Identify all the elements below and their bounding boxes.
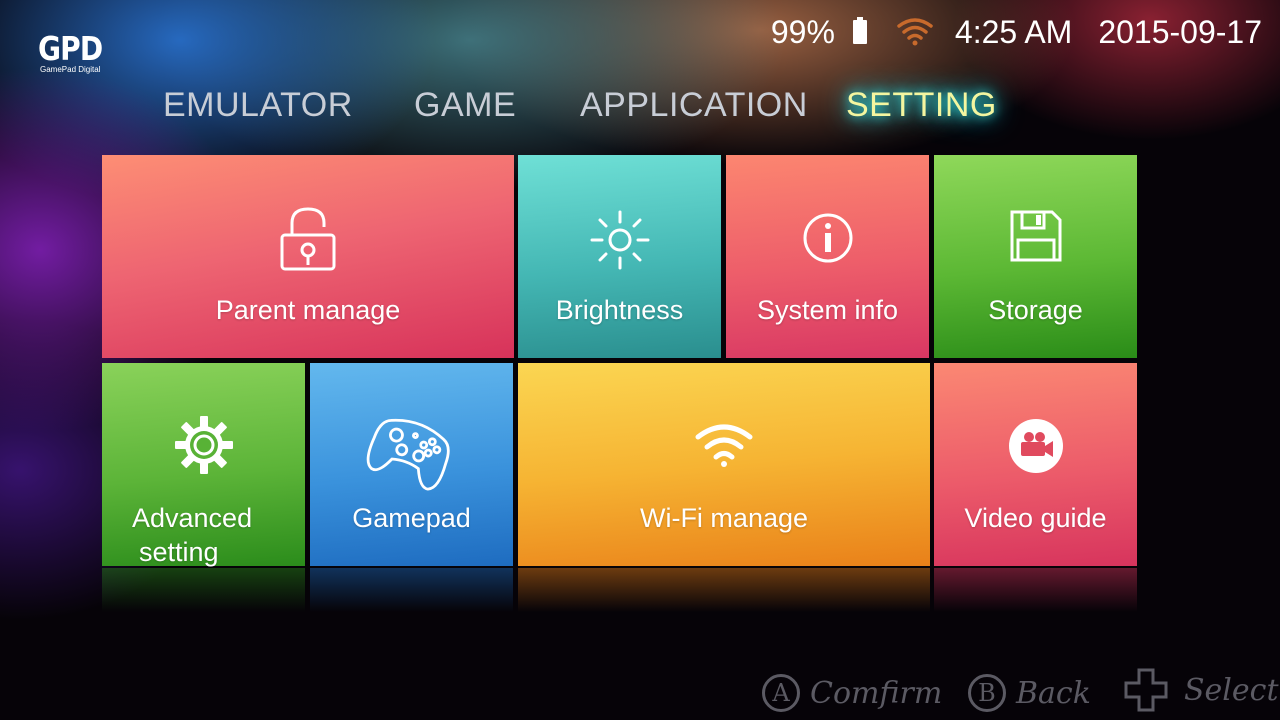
floppy-disk-icon [1010, 210, 1061, 262]
parent-manage-tile[interactable]: Parent manage [102, 155, 514, 358]
video-camera-icon [1008, 419, 1063, 473]
storage-tile[interactable]: Storage [934, 155, 1137, 358]
tab-emulator[interactable]: EMULATOR [163, 86, 353, 125]
back-hint-label: Back [1016, 675, 1091, 711]
parent-manage-label: Parent manage [215, 295, 401, 325]
tab-application[interactable]: APPLICATION [580, 86, 808, 125]
wifi-manage-tile[interactable]: Wi-Fi manage [518, 363, 930, 566]
a-button-icon: A [762, 674, 800, 712]
gear-icon [174, 416, 233, 474]
gamepad-tile[interactable]: Gamepad [310, 363, 513, 566]
clock-time: 4:25 AM [954, 13, 1073, 50]
back-hint: B Back [968, 674, 1091, 712]
info-icon [803, 213, 852, 263]
advanced-setting-tile[interactable]: Advanced setting [102, 363, 305, 567]
gpd-logo: GPD GamePad Digital [38, 32, 114, 75]
tab-game[interactable]: GAME [414, 86, 516, 125]
logo-brand: GPD [38, 29, 103, 68]
b-button-icon: B [968, 674, 1006, 712]
brightness-label: Brightness [555, 295, 684, 325]
system-info-tile[interactable]: System info [726, 155, 929, 358]
confirm-hint-label: Comfirm [810, 675, 943, 711]
video-guide-tile[interactable]: Video guide [934, 363, 1137, 566]
wifi-status-icon [897, 18, 933, 46]
select-hint: Select [1120, 668, 1279, 712]
clock-date: 2015-09-17 [1098, 13, 1262, 50]
tab-setting[interactable]: SETTING [846, 86, 997, 125]
wifi-manage-label: Wi-Fi manage [639, 503, 809, 533]
status-bar: 99% 4:25 AM 2015-09-17 [771, 12, 1262, 52]
advanced-setting-label-line2: setting [139, 537, 219, 567]
dpad-icon [1124, 668, 1168, 712]
brightness-tile[interactable]: Brightness [518, 155, 721, 358]
advanced-setting-label-line1: Advanced [132, 503, 253, 533]
video-guide-label: Video guide [964, 503, 1107, 533]
battery-icon [852, 17, 867, 44]
gamepad-icon [366, 418, 450, 491]
battery-percent: 99% [770, 13, 835, 50]
tab-bar: EMULATOR GAME APPLICATION SETTING [0, 86, 1280, 134]
confirm-hint: A Comfirm [762, 674, 942, 712]
unlock-icon [280, 207, 336, 271]
wifi-icon [695, 424, 753, 467]
storage-label: Storage [988, 295, 1083, 325]
gamepad-label: Gamepad [352, 503, 471, 533]
select-hint-label: Select [1184, 672, 1279, 708]
system-info-label: System info [756, 295, 899, 325]
sun-icon [590, 210, 649, 270]
